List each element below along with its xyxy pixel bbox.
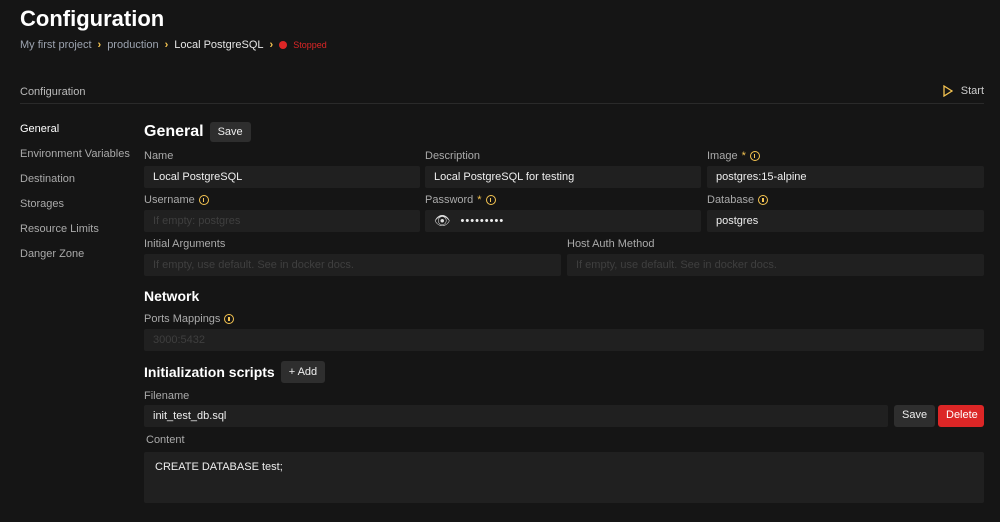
database-input[interactable]: postgres	[707, 210, 984, 232]
host-auth-input[interactable]: If empty, use default. See in docker doc…	[567, 254, 984, 276]
save-script-button[interactable]: Save	[894, 405, 936, 427]
general-header: General Save	[144, 122, 251, 142]
filename-label: Filename	[144, 390, 190, 402]
breadcrumb: My first project › production › Local Post…	[20, 39, 327, 51]
sidebar-item-resource-limits[interactable]: Resource Limits	[20, 223, 130, 237]
init-header: Initialization scripts + Add	[144, 361, 326, 383]
username-placeholder: If empty: postgres	[153, 215, 241, 227]
ports-label: Ports Mappings	[144, 313, 221, 325]
password-label: Password	[425, 194, 474, 206]
description-label: Description	[425, 150, 481, 162]
password-input[interactable]: 👁 •••••••••	[425, 210, 701, 232]
sidebar-item-danger-zone[interactable]: Danger Zone	[20, 248, 130, 262]
save-button[interactable]: Save	[209, 122, 251, 142]
start-label: Start	[960, 85, 984, 97]
ports-placeholder: 3000:5432	[153, 334, 205, 346]
image-input[interactable]: postgres:15-alpine	[707, 166, 984, 188]
info-icon[interactable]	[485, 195, 496, 205]
initial-arguments-input[interactable]: If empty, use default. See in docker doc…	[144, 254, 561, 276]
crumb-env[interactable]: production	[107, 39, 158, 51]
section-general-title: General	[144, 123, 204, 140]
username-input[interactable]: If empty: postgres	[144, 210, 420, 232]
sidebar-item-destination[interactable]: Destination	[20, 173, 130, 187]
password-value: •••••••••	[460, 215, 505, 227]
start-button[interactable]: Start	[943, 85, 984, 97]
status-dot-icon	[279, 41, 288, 49]
chevron-right-icon: ›	[164, 39, 169, 51]
info-icon[interactable]	[758, 195, 769, 205]
chevron-right-icon: ›	[97, 39, 102, 51]
tab-configuration[interactable]: Configuration	[20, 86, 85, 98]
name-input[interactable]: Local PostgreSQL	[144, 166, 420, 188]
sidebar-item-general[interactable]: General	[20, 123, 130, 137]
description-input[interactable]: Local PostgreSQL for testing	[425, 166, 701, 188]
delete-script-button[interactable]: Delete	[938, 405, 984, 427]
section-network-title: Network	[144, 288, 200, 304]
eye-icon[interactable]: 👁	[434, 213, 451, 229]
play-icon	[943, 85, 953, 97]
ports-label-row: Ports Mappings	[144, 313, 235, 325]
username-label-row: Username	[144, 194, 209, 206]
filename-input[interactable]: init_test_db.sql	[144, 405, 888, 427]
sidebar: General Environment Variables Destinatio…	[20, 123, 130, 262]
chevron-right-icon: ›	[269, 39, 274, 51]
section-init-title: Initialization scripts	[144, 364, 275, 380]
content-textarea[interactable]: CREATE DATABASE test;	[144, 452, 984, 503]
database-label: Database	[707, 194, 755, 206]
image-label: Image	[707, 150, 738, 162]
host-auth-label: Host Auth Method	[567, 238, 655, 250]
info-icon[interactable]	[224, 314, 235, 324]
initial-arguments-label: Initial Arguments	[144, 238, 226, 250]
crumb-resource[interactable]: Local PostgreSQL	[174, 39, 263, 51]
status-badge: Stopped	[293, 40, 327, 50]
required-mark: *	[741, 150, 746, 162]
add-script-button[interactable]: + Add	[280, 361, 326, 383]
info-icon[interactable]	[198, 195, 209, 205]
divider	[20, 103, 984, 104]
username-label: Username	[144, 194, 195, 206]
name-label: Name	[144, 150, 174, 162]
auth-placeholder: If empty, use default. See in docker doc…	[576, 259, 777, 271]
sidebar-item-storages[interactable]: Storages	[20, 198, 130, 212]
sidebar-item-environment-variables[interactable]: Environment Variables	[20, 148, 130, 162]
args-placeholder: If empty, use default. See in docker doc…	[153, 259, 354, 271]
info-icon[interactable]	[749, 151, 760, 161]
required-mark: *	[477, 194, 482, 206]
ports-input[interactable]: 3000:5432	[144, 329, 984, 351]
crumb-project[interactable]: My first project	[20, 39, 92, 51]
page-title: Configuration	[20, 6, 165, 31]
image-label-row: Image *	[707, 150, 760, 162]
password-label-row: Password *	[425, 194, 496, 206]
content-label: Content	[146, 434, 185, 446]
database-label-row: Database	[707, 194, 769, 206]
